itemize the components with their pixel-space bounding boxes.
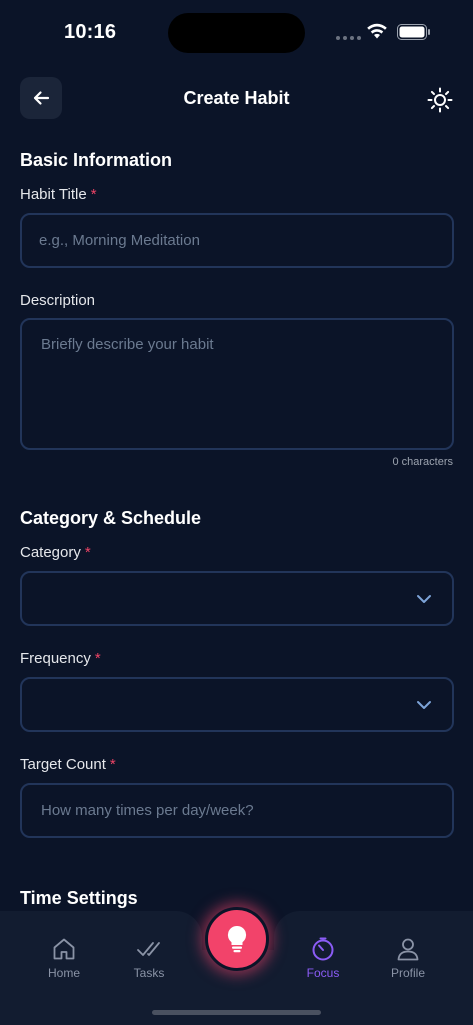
category-select[interactable]	[20, 571, 454, 626]
status-bar: 10:16	[0, 0, 473, 64]
person-icon	[397, 938, 419, 961]
timer-icon	[312, 937, 334, 961]
category-label: Category *	[20, 544, 91, 561]
section-title-time: Time Settings	[20, 888, 138, 908]
target-count-placeholder: How many times per day/week?	[41, 802, 254, 819]
required-mark: *	[94, 650, 101, 667]
habit-title-input[interactable]: e.g., Morning Meditation	[20, 213, 454, 268]
category-label-text: Category	[20, 544, 81, 561]
wifi-icon	[367, 23, 387, 39]
target-count-label-text: Target Count	[20, 756, 106, 773]
section-title-basic: Basic Information	[20, 150, 173, 170]
required-mark: *	[90, 186, 97, 203]
habit-title-label-text: Habit Title	[20, 186, 87, 203]
nav-item-home[interactable]: Home	[29, 936, 99, 980]
description-label: Description	[20, 292, 95, 309]
home-indicator	[152, 1010, 321, 1015]
habit-title-placeholder: e.g., Morning Meditation	[39, 232, 200, 249]
required-mark: *	[109, 756, 116, 773]
chevron-down-icon	[417, 700, 431, 709]
theme-toggle-button[interactable]	[425, 85, 455, 115]
section-title-schedule: Category & Schedule	[20, 508, 202, 528]
nav-item-tasks[interactable]: Tasks	[114, 936, 184, 980]
idea-fab-button[interactable]	[205, 907, 269, 971]
nav-label-profile: Profile	[390, 966, 425, 980]
nav-label-tasks: Tasks	[133, 966, 165, 980]
battery-icon	[397, 24, 430, 40]
habit-title-label: Habit Title *	[20, 186, 97, 203]
description-input[interactable]: Briefly describe your habit	[20, 318, 454, 450]
page-title: Create Habit	[183, 88, 290, 108]
sun-icon	[427, 87, 453, 113]
nav-item-profile[interactable]: Profile	[373, 936, 443, 980]
required-mark: *	[84, 544, 91, 561]
status-time: 10:16	[64, 21, 117, 43]
target-count-input[interactable]: How many times per day/week?	[20, 783, 454, 838]
frequency-select[interactable]	[20, 677, 454, 732]
frequency-label-text: Frequency	[20, 650, 91, 667]
chevron-down-icon	[417, 594, 431, 603]
nav-label-home: Home	[47, 966, 80, 980]
cellular-signal-icon	[336, 36, 361, 40]
description-char-count: 0 characters	[392, 456, 453, 468]
lightbulb-icon	[227, 925, 247, 953]
description-placeholder: Briefly describe your habit	[41, 336, 214, 353]
nav-label-focus: Focus	[306, 966, 340, 980]
target-count-label: Target Count *	[20, 756, 116, 773]
nav-item-focus[interactable]: Focus	[288, 936, 358, 980]
dynamic-island	[168, 13, 305, 53]
description-label-text: Description	[20, 292, 96, 309]
double-check-icon	[137, 942, 160, 956]
frequency-label: Frequency *	[20, 650, 101, 667]
home-icon	[53, 938, 75, 960]
header: Create Habit	[0, 77, 473, 119]
